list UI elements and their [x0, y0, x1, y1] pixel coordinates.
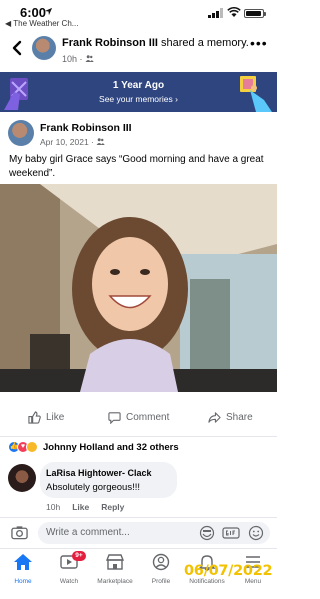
back-to-app-link[interactable]: ◀ The Weather Ch...: [5, 19, 78, 28]
share-label: Share: [226, 412, 253, 423]
commenter-avatar[interactable]: [8, 464, 36, 492]
care-reaction-icon: [26, 441, 38, 453]
home-icon: [14, 554, 32, 570]
nav-marketplace[interactable]: Marketplace: [92, 553, 138, 585]
status-bar: 6:00 ◀ The Weather Ch...: [0, 0, 277, 30]
avatar-sticker-icon[interactable]: [199, 525, 215, 541]
post-author-name[interactable]: Frank Robinson III: [40, 122, 132, 134]
post-action-bar: Like Comment Share: [0, 403, 277, 437]
memory-banner[interactable]: 1 Year Ago See your memories ›: [0, 72, 277, 112]
camera-icon[interactable]: [11, 525, 28, 540]
comment-label: Comment: [126, 412, 170, 423]
see-memories-label: See your memories: [99, 94, 173, 104]
nav-profile-label: Profile: [151, 578, 171, 585]
comment-bubble: LaRisa Hightower- Clack Absolutely gorge…: [40, 462, 177, 498]
post-author-avatar[interactable]: [8, 120, 34, 146]
comment-composer: Write a comment...: [0, 517, 277, 547]
comment-bubble-icon: [108, 412, 121, 424]
friends-audience-icon: [85, 55, 94, 62]
profile-icon: [152, 553, 170, 571]
nav-menu-label: Menu: [244, 578, 262, 585]
like-button[interactable]: Like: [28, 411, 64, 424]
comment-like-button[interactable]: Like: [72, 502, 89, 512]
date-stamp-overlay: 06/07/2022: [184, 563, 273, 579]
nav-marketplace-label: Marketplace: [97, 578, 133, 585]
share-button[interactable]: Share: [208, 411, 253, 424]
watch-badge: 9+: [72, 551, 86, 561]
comment-button[interactable]: Comment: [108, 411, 169, 424]
post-photo[interactable]: [0, 184, 277, 392]
comment-reply-button[interactable]: Reply: [101, 502, 124, 512]
nav-notifications-label: Notifications: [189, 578, 225, 585]
header-title: Frank Robinson III shared a memory.: [62, 37, 249, 49]
share-arrow-icon: [208, 412, 221, 423]
post-date-row: Apr 10, 2021 ·: [40, 137, 105, 147]
chevron-right-icon: ›: [175, 94, 178, 104]
like-label: Like: [46, 412, 65, 423]
post-date[interactable]: Apr 10, 2021: [40, 137, 89, 147]
post-header-bar: Frank Robinson III shared a memory. 10h …: [0, 30, 277, 70]
reactions-count: Johnny Holland and 32 others: [43, 441, 179, 453]
header-meta: 10h ·: [62, 54, 94, 64]
thumbs-up-icon: [28, 411, 41, 424]
nav-watch[interactable]: 9+ Watch: [46, 551, 92, 585]
post-text: My baby girl Grace says “Good morning an…: [9, 154, 264, 179]
friends-audience-icon: [96, 138, 105, 145]
storefront-icon: [105, 554, 125, 570]
comment-time: 10h: [46, 502, 61, 512]
nav-home-label: Home: [14, 578, 32, 585]
comment-meta: 10h Like Reply: [46, 502, 124, 512]
nav-home[interactable]: Home: [0, 553, 46, 585]
nav-watch-label: Watch: [59, 578, 79, 585]
header-time: 10h: [62, 54, 78, 64]
location-arrow-icon: [44, 7, 53, 16]
more-options-icon[interactable]: •••: [250, 35, 270, 55]
hand-illustration-right-icon: [240, 76, 272, 112]
cellular-signal-icon: [208, 8, 223, 18]
comment-input[interactable]: Write a comment...: [38, 522, 270, 544]
back-chevron-icon[interactable]: [8, 38, 26, 58]
gif-icon[interactable]: [222, 525, 240, 541]
header-action: shared a memory.: [157, 37, 249, 49]
post-author-row: Frank Robinson III Apr 10, 2021 ·: [0, 118, 277, 152]
commenter-name[interactable]: LaRisa Hightower- Clack: [46, 468, 152, 478]
author-avatar[interactable]: [32, 36, 56, 60]
comment-placeholder: Write a comment...: [46, 527, 130, 538]
header-author[interactable]: Frank Robinson III: [62, 37, 158, 49]
nav-profile[interactable]: Profile: [138, 553, 184, 585]
comment-text: Absolutely gorgeous!!!: [46, 482, 141, 493]
reactions-summary[interactable]: 👍 ♥ Johnny Holland and 32 others: [8, 440, 179, 454]
battery-icon: [244, 9, 266, 18]
status-time: 6:00: [20, 5, 47, 20]
wifi-icon: [227, 7, 241, 17]
emoji-icon[interactable]: [248, 525, 264, 541]
